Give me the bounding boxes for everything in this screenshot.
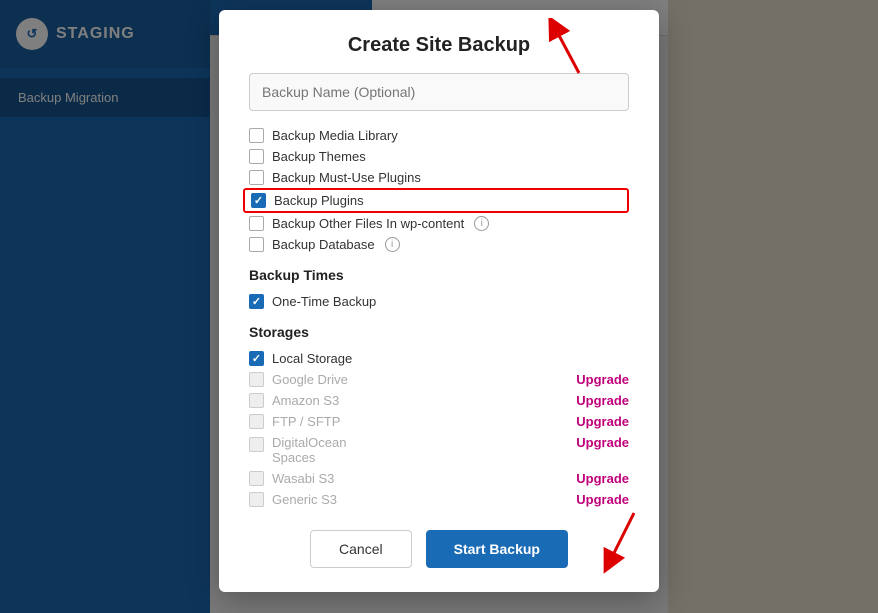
wasabi-upgrade-label[interactable]: Upgrade xyxy=(576,471,629,486)
amazon-s3-upgrade-label[interactable]: Upgrade xyxy=(576,393,629,408)
backup-name-input[interactable] xyxy=(249,73,629,111)
backup-other-files-row: Backup Other Files In wp-content i xyxy=(249,213,629,234)
ftp-upgrade-label[interactable]: Upgrade xyxy=(576,414,629,429)
backup-plugins-label: Backup Plugins xyxy=(274,193,364,208)
backup-must-use-plugins-label: Backup Must-Use Plugins xyxy=(272,170,421,185)
generic-s3-checkbox[interactable] xyxy=(249,492,264,507)
ftp-checkbox[interactable] xyxy=(249,414,264,429)
backup-times-label: Backup Times xyxy=(249,267,629,283)
start-backup-button[interactable]: Start Backup xyxy=(426,530,568,568)
generic-s3-upgrade-label[interactable]: Upgrade xyxy=(576,492,629,507)
backup-must-use-plugins-checkbox[interactable] xyxy=(249,170,264,185)
backup-media-library-label: Backup Media Library xyxy=(272,128,398,143)
wasabi-label: Wasabi S3 xyxy=(272,471,334,486)
one-time-backup-label: One-Time Backup xyxy=(272,294,376,309)
local-storage-label: Local Storage xyxy=(272,351,352,366)
digitalocean-line2-label: Spaces xyxy=(272,450,346,465)
backup-plugins-row: Backup Plugins xyxy=(243,188,629,213)
storage-ftp-row: FTP / SFTP Upgrade xyxy=(249,411,629,432)
wasabi-checkbox[interactable] xyxy=(249,471,264,486)
storage-google-drive-row: Google Drive Upgrade xyxy=(249,369,629,390)
storage-local-row: Local Storage xyxy=(249,348,629,369)
backup-options-group: Backup Media Library Backup Themes Backu… xyxy=(249,125,629,255)
cancel-button[interactable]: Cancel xyxy=(310,530,412,568)
amazon-s3-checkbox[interactable] xyxy=(249,393,264,408)
backup-themes-label: Backup Themes xyxy=(272,149,366,164)
storage-amazon-s3-row: Amazon S3 Upgrade xyxy=(249,390,629,411)
one-time-backup-checkbox[interactable] xyxy=(249,294,264,309)
one-time-backup-row: One-Time Backup xyxy=(249,291,629,312)
storages-label: Storages xyxy=(249,324,629,340)
backup-plugins-checkbox[interactable] xyxy=(251,193,266,208)
backup-other-files-info-icon[interactable]: i xyxy=(474,216,489,231)
backup-other-files-label: Backup Other Files In wp-content xyxy=(272,216,464,231)
modal-title: Create Site Backup xyxy=(249,34,629,57)
create-backup-modal: Create Site Backup Backup Media Library xyxy=(219,10,659,592)
backup-media-library-row: Backup Media Library xyxy=(249,125,629,146)
backup-database-row: Backup Database i xyxy=(249,234,629,255)
ftp-label: FTP / SFTP xyxy=(272,414,340,429)
backup-other-files-checkbox[interactable] xyxy=(249,216,264,231)
google-drive-label: Google Drive xyxy=(272,372,348,387)
google-drive-upgrade-label[interactable]: Upgrade xyxy=(576,372,629,387)
storage-wasabi-row: Wasabi S3 Upgrade xyxy=(249,468,629,489)
digitalocean-line1-label: DigitalOcean xyxy=(272,435,346,450)
generic-s3-label: Generic S3 xyxy=(272,492,337,507)
backup-database-info-icon[interactable]: i xyxy=(385,237,400,252)
google-drive-checkbox[interactable] xyxy=(249,372,264,387)
backup-themes-row: Backup Themes xyxy=(249,146,629,167)
digitalocean-checkbox[interactable] xyxy=(249,437,264,452)
modal-overlay: Create Site Backup Backup Media Library xyxy=(0,0,878,613)
backup-database-label: Backup Database xyxy=(272,237,375,252)
local-storage-checkbox[interactable] xyxy=(249,351,264,366)
storage-digitalocean-row: DigitalOcean Spaces Upgrade xyxy=(249,432,629,468)
storage-generic-s3-row: Generic S3 Upgrade xyxy=(249,489,629,510)
backup-database-checkbox[interactable] xyxy=(249,237,264,252)
backup-must-use-plugins-row: Backup Must-Use Plugins xyxy=(249,167,629,188)
amazon-s3-label: Amazon S3 xyxy=(272,393,339,408)
digitalocean-upgrade-label[interactable]: Upgrade xyxy=(576,435,629,450)
modal-footer: Cancel Start Backup xyxy=(249,530,629,568)
backup-themes-checkbox[interactable] xyxy=(249,149,264,164)
backup-media-library-checkbox[interactable] xyxy=(249,128,264,143)
digitalocean-label-group: DigitalOcean Spaces xyxy=(272,435,346,465)
